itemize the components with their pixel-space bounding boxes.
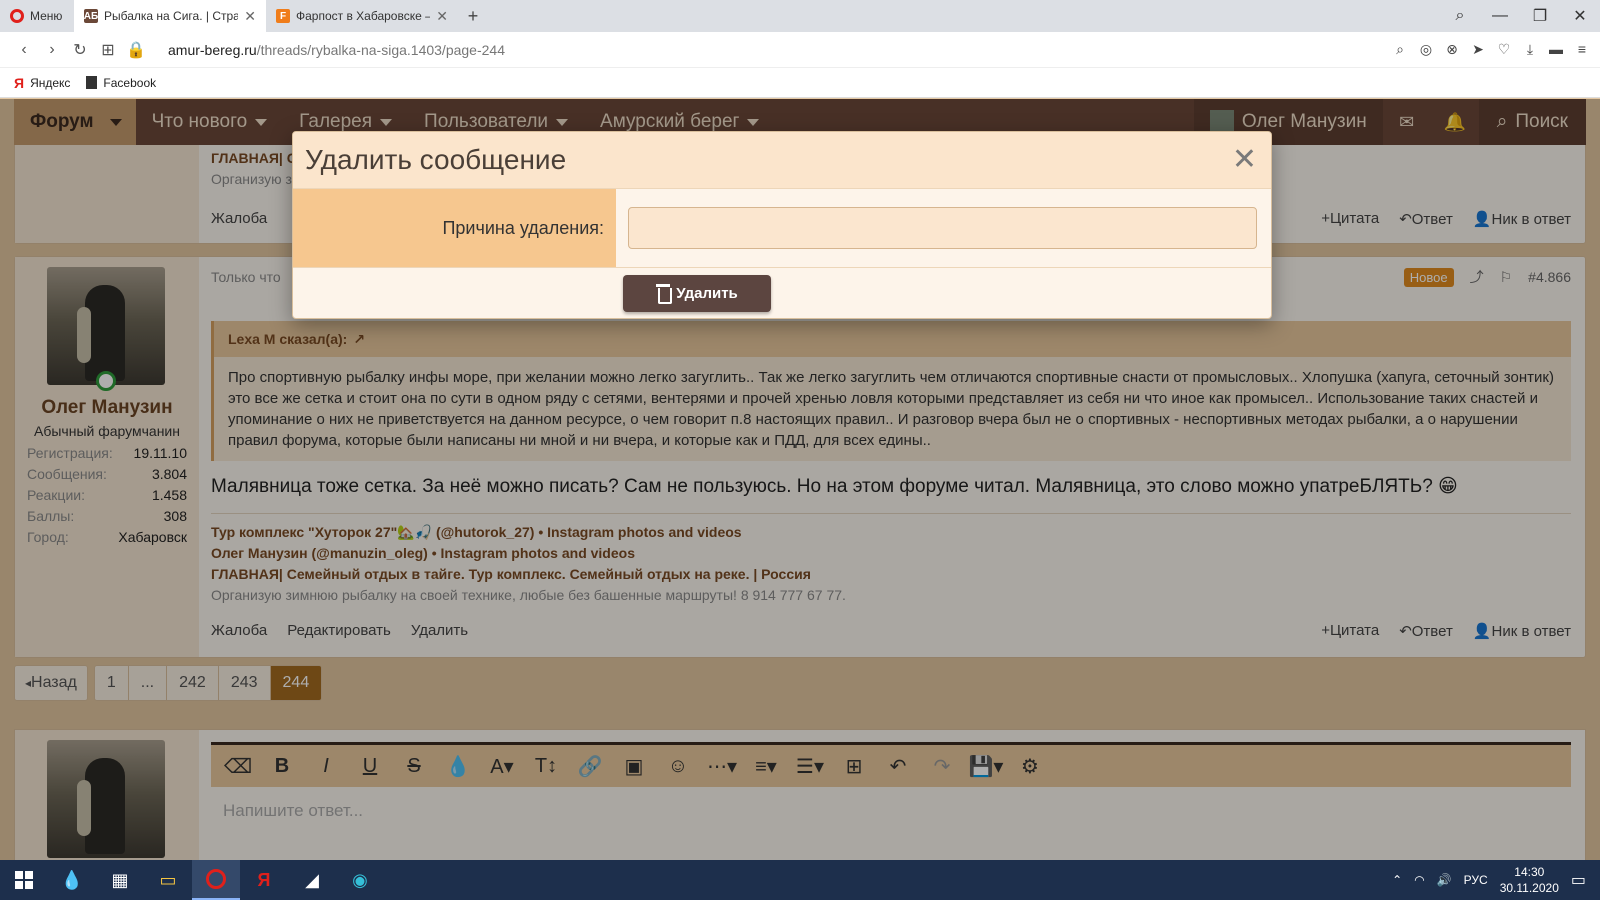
dialog-header: Удалить сообщение ✕ [293,132,1271,189]
farpost-favicon-icon: F [276,9,290,23]
clock[interactable]: 14:30 30.11.2020 [1500,864,1559,896]
tab-close-icon[interactable]: ✕ [244,8,256,25]
lock-icon: 🔒 [126,41,146,59]
opera-logo-icon [10,9,24,23]
url-path: /threads/rybalka-na-siga.1403/page-244 [256,41,505,58]
trash-icon [656,284,673,304]
delete-button-label: Удалить [676,284,738,302]
app-icon[interactable]: ◢ [288,860,336,900]
system-tray: ⌃ ◠ 🔊 РУС 14:30 30.11.2020 ▭ [1392,864,1600,896]
bookmark-facebook[interactable]: Facebook [86,76,156,90]
windows-logo-icon [15,871,33,889]
notifications-icon[interactable]: ▭ [1571,870,1586,890]
search-tabs-icon[interactable]: ⌕ [1440,0,1480,32]
dialog-title: Удалить сообщение [305,144,567,175]
page-icon [86,76,98,89]
opera-menu-button[interactable]: Меню [0,0,74,32]
reload-icon[interactable]: ↻ [66,40,94,60]
close-icon[interactable]: ✕ [1232,145,1257,175]
adblock-icon[interactable]: ⊗ [1444,41,1460,58]
opera-menu-label: Меню [30,9,63,23]
restore-icon[interactable]: ❐ [1520,0,1560,32]
bookmark-label: Яндекс [30,75,71,90]
download-icon[interactable]: ⤓ [1522,41,1538,58]
address-bar: ‹ › ↻ ⊞ 🔒 amur-bereg.ru/threads/rybalka-… [0,32,1600,68]
site-favicon-icon: АБ [83,9,99,23]
battery-icon[interactable]: ▬ [1548,41,1564,58]
tab-close-icon[interactable]: ✕ [436,8,448,25]
yandex-browser-icon[interactable]: Я [240,860,288,900]
opera-logo-icon [206,869,226,889]
tab-farpost[interactable]: F Фарпост в Хабаровске — ✕ [266,0,458,32]
clock-time: 14:30 [1514,865,1545,879]
send-icon[interactable]: ➤ [1470,41,1486,58]
new-tab-icon[interactable]: + [458,0,488,32]
reason-row: Причина удаления: [293,189,1271,268]
back-icon[interactable]: ‹ [10,41,38,59]
dialog-footer: Удалить [293,268,1271,318]
delete-button[interactable]: Удалить [623,274,771,312]
delete-post-dialog: Удалить сообщение ✕ Причина удаления: Уд… [292,131,1272,319]
edge-icon[interactable]: ◉ [336,860,384,900]
url-host: amur-bereg.ru [168,41,257,58]
opera-taskbar-icon[interactable] [192,860,240,900]
speed-dial-icon[interactable]: ⊞ [94,40,122,60]
paint-icon[interactable]: 💧 [48,860,96,900]
bookmark-label: Facebook [103,75,157,90]
tab-active[interactable]: АБ Рыбалка на Сига. | Страни ✕ [74,0,266,32]
browser-tab-bar: Меню АБ Рыбалка на Сига. | Страни ✕ F Фа… [0,0,1600,32]
close-window-icon[interactable]: ✕ [1560,0,1600,32]
tab-label: Фарпост в Хабаровске — [296,9,431,23]
windows-taskbar: 💧 ▦ ▭ Я ◢ ◉ ⌃ ◠ 🔊 РУС 14:30 30.11.2020 ▭ [0,860,1600,900]
address-tools: ⌕ ◎ ⊗ ➤ ♡ ⤓ ▬ ≡ [1392,41,1590,58]
yandex-icon: Я [14,74,25,91]
bookmarks-bar: Я Яндекс Facebook [0,68,1600,98]
reason-label: Причина удаления: [293,189,616,267]
tab-label: Рыбалка на Сига. | Страни [104,9,239,23]
forward-icon[interactable]: › [38,41,66,59]
window-controls: ⌕ — ❐ ✕ [1440,0,1600,32]
minimize-icon[interactable]: — [1480,0,1520,32]
chevron-up-icon[interactable]: ⌃ [1392,873,1402,887]
reason-field-wrap [616,189,1271,267]
reason-input[interactable] [628,207,1257,249]
language-indicator[interactable]: РУС [1464,873,1488,887]
start-button[interactable] [0,860,48,900]
zoom-icon[interactable]: ⌕ [1392,41,1408,58]
url-field[interactable]: amur-bereg.ru/threads/rybalka-na-siga.14… [168,42,505,58]
easy-setup-icon[interactable]: ≡ [1574,41,1590,58]
bookmark-yandex[interactable]: Я Яндекс [14,75,70,91]
calculator-icon[interactable]: ▦ [96,860,144,900]
file-explorer-icon[interactable]: ▭ [144,860,192,900]
camera-icon[interactable]: ◎ [1418,41,1434,58]
clock-date: 30.11.2020 [1499,881,1559,895]
wifi-icon[interactable]: ◠ [1414,873,1424,887]
heart-icon[interactable]: ♡ [1496,41,1512,58]
volume-icon[interactable]: 🔊 [1437,873,1452,887]
